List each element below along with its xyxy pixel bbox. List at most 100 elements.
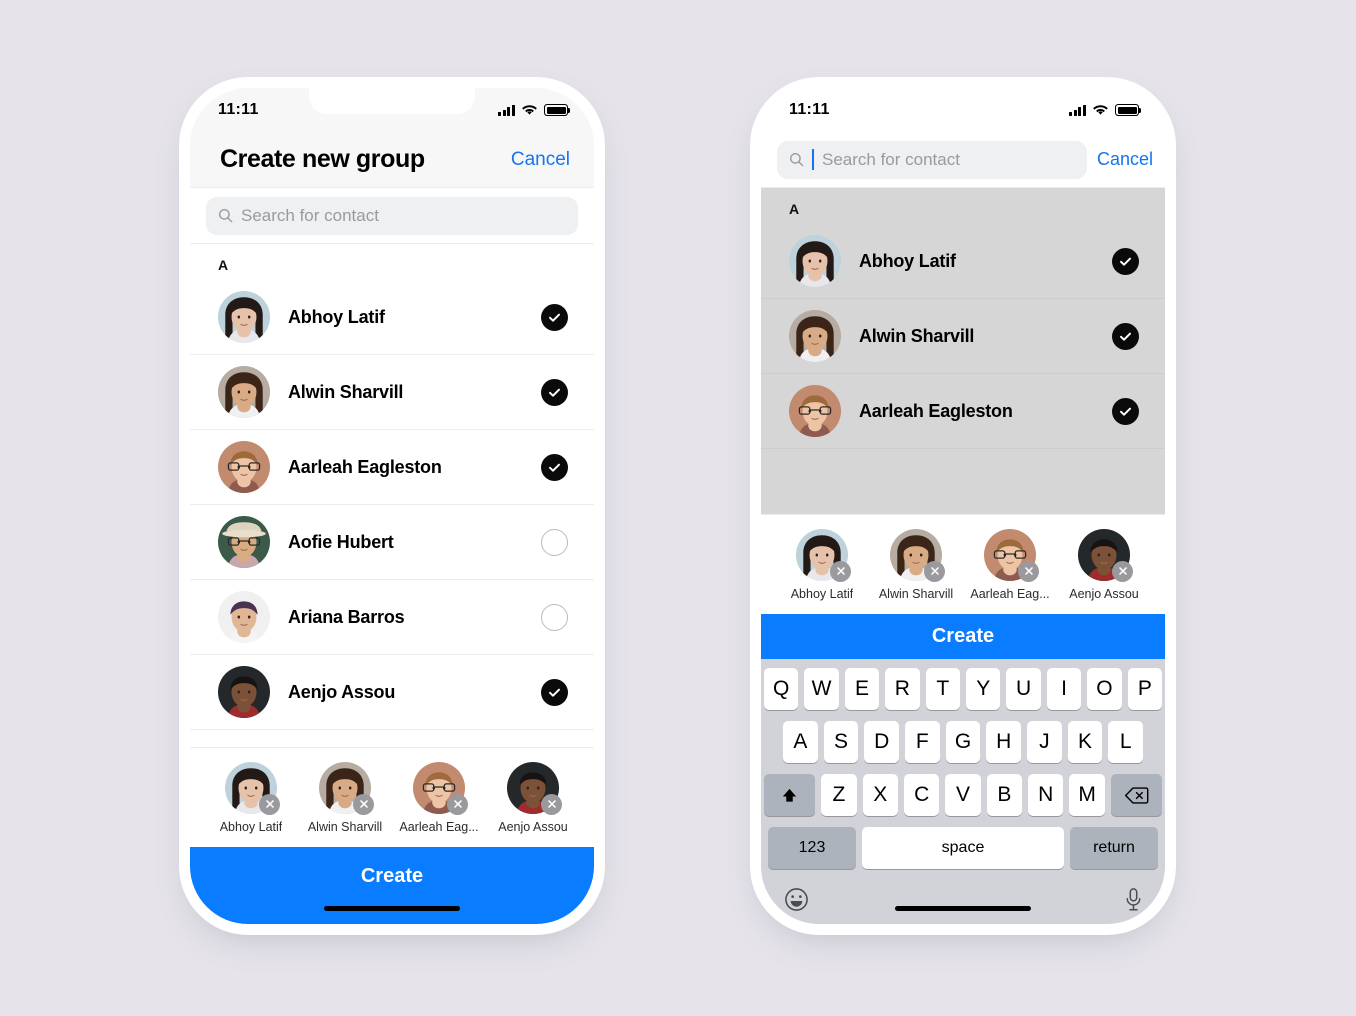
key-k[interactable]: K [1067, 721, 1103, 763]
key-y[interactable]: Y [966, 668, 1001, 710]
return-key[interactable]: return [1070, 827, 1158, 869]
selected-checkbox[interactable] [541, 453, 568, 481]
create-button[interactable]: Create [190, 847, 594, 924]
emoji-smiley-icon[interactable] [784, 887, 809, 912]
key-d[interactable]: D [864, 721, 899, 763]
contact-row[interactable]: Aarleah Eagleston [761, 374, 1165, 449]
selected-contact-chip[interactable]: Aarleah Eag... [963, 528, 1057, 601]
avatar [218, 591, 270, 643]
key-q[interactable]: Q [763, 668, 799, 710]
chip-label: Abhoy Latif [219, 819, 283, 834]
avatar [789, 385, 841, 437]
selected-contact-chip[interactable]: Aarleah Eag... [392, 761, 486, 834]
remove-icon [453, 800, 462, 808]
key-x[interactable]: X [862, 774, 898, 816]
key-w[interactable]: W [804, 668, 839, 710]
key-n[interactable]: N [1028, 774, 1064, 816]
key-c[interactable]: C [903, 774, 940, 816]
contact-row[interactable]: Aenjo Assou [190, 655, 594, 730]
chip-label: Aarleah Eag... [970, 586, 1050, 601]
remove-contact-button[interactable] [353, 793, 374, 815]
key-z[interactable]: Z [821, 774, 857, 816]
key-v[interactable]: V [945, 774, 981, 816]
contact-row[interactable]: Aofie Hubert [190, 505, 594, 580]
selected-contact-chip[interactable]: Abhoy Latif [775, 528, 869, 601]
selected-contact-chip[interactable]: Alwin Sharvill [298, 761, 392, 834]
remove-contact-button[interactable] [541, 793, 562, 815]
cancel-button[interactable]: Cancel [511, 149, 570, 171]
selected-checkbox[interactable] [1112, 247, 1139, 275]
microphone-icon[interactable] [1125, 887, 1142, 912]
search-input[interactable]: Search for contact [777, 140, 1087, 179]
key-r[interactable]: R [885, 668, 920, 710]
key-f[interactable]: F [905, 721, 940, 763]
avatar [218, 366, 270, 418]
chip-label: Aarleah Eag... [399, 819, 479, 834]
space-key[interactable]: space [862, 827, 1064, 869]
key-u[interactable]: U [1006, 668, 1041, 710]
key-t[interactable]: T [925, 668, 960, 710]
numbers-key[interactable]: 123 [768, 827, 856, 869]
cancel-button[interactable]: Cancel [1097, 149, 1153, 170]
remove-contact-button[interactable] [1018, 560, 1039, 582]
remove-contact-button[interactable] [924, 560, 945, 582]
key-o[interactable]: O [1087, 668, 1122, 710]
key-m[interactable]: M [1069, 774, 1105, 816]
selected-checkbox[interactable] [541, 378, 568, 406]
selected-contact-chip[interactable]: Alwin Sharvill [869, 528, 963, 601]
contact-row[interactable]: Alwin Sharvill [190, 355, 594, 430]
wifi-icon [522, 105, 537, 115]
contact-name: Aarleah Eagleston [288, 456, 442, 477]
remove-contact-button[interactable] [1112, 560, 1133, 582]
key-e[interactable]: E [844, 668, 880, 710]
check-icon [549, 463, 560, 472]
on-screen-keyboard: QWERTYUIOP ASDFGHJKL ZXCVBNM 123 space r… [761, 659, 1165, 924]
contact-list-scroll[interactable]: A Abhoy Latif Alwin Sharvill Aarleah Eag… [190, 244, 594, 747]
key-l[interactable]: L [1108, 721, 1144, 763]
key-j[interactable]: J [1027, 721, 1062, 763]
contact-row[interactable]: Abhoy Latif [761, 224, 1165, 299]
selected-contact-chip[interactable]: Aenjo Assou [486, 761, 580, 834]
selected-checkbox[interactable] [541, 303, 568, 331]
remove-icon [930, 567, 939, 575]
backspace-key[interactable] [1110, 774, 1163, 816]
contact-list[interactable]: A Abhoy Latif Alwin Sharvill Aarleah Eag… [761, 188, 1165, 514]
contact-list[interactable]: A Abhoy Latif Alwin Sharvill Aarleah Eag… [190, 244, 594, 747]
key-b[interactable]: B [986, 774, 1023, 816]
remove-icon [1118, 567, 1127, 575]
contact-row[interactable]: Abhoy Latif [190, 280, 594, 355]
check-icon [1120, 257, 1131, 266]
shift-key[interactable] [763, 774, 816, 816]
search-input[interactable]: Search for contact [206, 196, 578, 235]
unselected-checkbox[interactable] [541, 603, 568, 631]
chip-label: Abhoy Latif [790, 586, 854, 601]
key-s[interactable]: S [823, 721, 859, 763]
contact-name: Ariana Barros [288, 606, 405, 627]
selected-checkbox[interactable] [541, 678, 568, 706]
keyboard-row-4: 123 space return [764, 827, 1162, 869]
remove-contact-button[interactable] [830, 560, 851, 582]
selected-contact-chip[interactable]: Abhoy Latif [204, 761, 298, 834]
selected-checkbox[interactable] [1112, 322, 1139, 350]
contact-row[interactable]: Alwin Sharvill [761, 299, 1165, 374]
remove-contact-button[interactable] [447, 793, 468, 815]
key-a[interactable]: A [782, 721, 818, 763]
chip-label: Aenjo Assou [498, 819, 568, 834]
contact-row[interactable]: Aarleah Eagleston [190, 430, 594, 505]
key-h[interactable]: H [986, 721, 1022, 763]
remove-icon [547, 800, 556, 808]
key-i[interactable]: I [1046, 668, 1082, 710]
contact-list-scroll[interactable]: A Abhoy Latif Alwin Sharvill Aarleah Eag… [761, 188, 1165, 514]
create-button[interactable]: Create [761, 614, 1165, 659]
chip-avatar-wrap [890, 528, 945, 582]
remove-contact-button[interactable] [259, 793, 280, 815]
key-p[interactable]: P [1127, 668, 1163, 710]
selected-contact-chip[interactable]: Aenjo Assou [1057, 528, 1151, 601]
contact-row[interactable]: Ariana Barros [190, 580, 594, 655]
contact-name: Abhoy Latif [859, 250, 956, 271]
unselected-checkbox[interactable] [541, 528, 568, 556]
key-g[interactable]: G [945, 721, 981, 763]
remove-icon [359, 800, 368, 808]
selected-checkbox[interactable] [1112, 397, 1139, 425]
check-icon [549, 313, 560, 322]
